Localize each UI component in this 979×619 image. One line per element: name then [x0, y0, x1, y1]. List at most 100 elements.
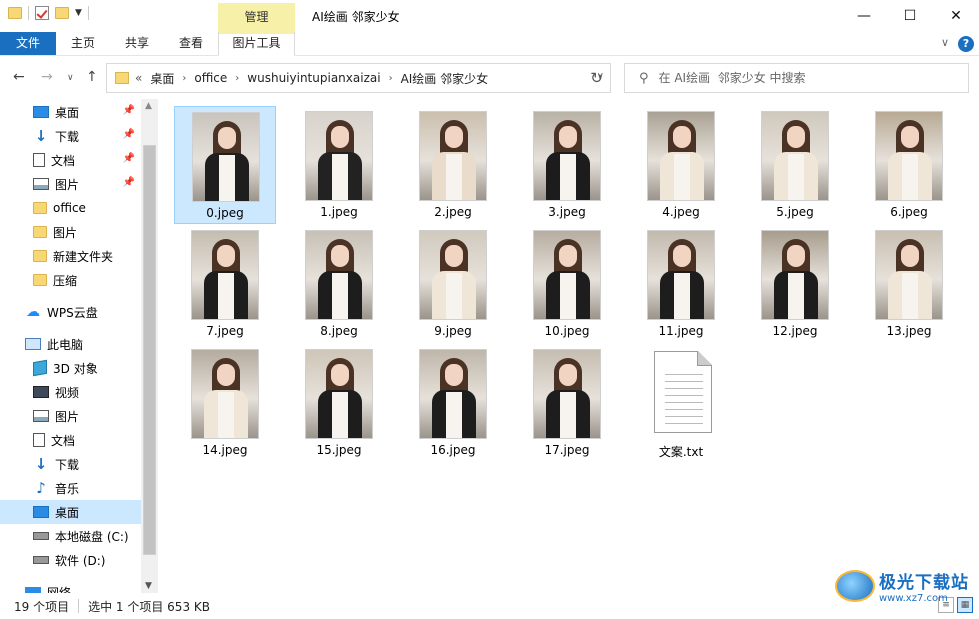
file-item-image[interactable]: 14.jpeg: [174, 344, 276, 462]
refresh-icon[interactable]: ↻: [583, 63, 611, 93]
sidebar-item-label: 下载: [55, 129, 80, 144]
file-item-image[interactable]: 16.jpeg: [402, 344, 504, 462]
file-item-image[interactable]: 15.jpeg: [288, 344, 390, 462]
file-item-image[interactable]: 10.jpeg: [516, 225, 618, 343]
file-name: 10.jpeg: [544, 324, 590, 338]
chevron-right-icon[interactable]: ›: [235, 73, 239, 84]
tab-share[interactable]: 共享: [116, 32, 158, 55]
customize-toolbar-icon[interactable]: ▼: [75, 8, 82, 18]
file-name: 0.jpeg: [206, 206, 244, 220]
sidebar-item-pictures[interactable]: 图片 📌: [0, 172, 141, 196]
file-item-image[interactable]: 11.jpeg: [630, 225, 732, 343]
file-item-image[interactable]: 13.jpeg: [858, 225, 960, 343]
sidebar-item-label: 图片: [53, 225, 78, 240]
sidebar-item-3d-objects[interactable]: 3D 对象: [0, 356, 141, 380]
file-item-image[interactable]: 12.jpeg: [744, 225, 846, 343]
search-box[interactable]: ⚲: [624, 63, 969, 93]
chevron-right-icon[interactable]: ›: [389, 73, 393, 84]
context-tab-group-label[interactable]: 管理: [218, 3, 295, 32]
file-item-image[interactable]: 5.jpeg: [744, 106, 846, 224]
tab-view[interactable]: 查看: [170, 32, 212, 55]
sidebar-scrollbar[interactable]: ▲ ▼: [141, 99, 158, 593]
tab-home[interactable]: 主页: [62, 32, 104, 55]
image-thumbnail: [419, 230, 487, 320]
sidebar-item-label: 文档: [51, 153, 76, 168]
up-arrow-icon[interactable]: ↑: [86, 69, 98, 85]
image-thumbnail: [647, 111, 715, 201]
sidebar-item-pictures-folder[interactable]: 图片: [0, 220, 141, 244]
sidebar-item-label: 文档: [51, 433, 76, 448]
minimize-button[interactable]: —: [841, 0, 887, 31]
file-item-image[interactable]: 17.jpeg: [516, 344, 618, 462]
sidebar-item-office[interactable]: office: [0, 196, 141, 220]
help-icon[interactable]: ?: [958, 36, 974, 52]
tab-file[interactable]: 文件: [0, 32, 56, 55]
close-button[interactable]: ✕: [933, 0, 979, 31]
sidebar-item-drive-c[interactable]: 本地磁盘 (C:): [0, 524, 141, 548]
breadcrumb-item[interactable]: AI绘画 邻家少女: [401, 70, 489, 87]
file-item-image[interactable]: 3.jpeg: [516, 106, 618, 224]
file-name: 1.jpeg: [320, 205, 358, 219]
file-item-image[interactable]: 1.jpeg: [288, 106, 390, 224]
folder-icon[interactable]: [8, 7, 22, 19]
folder-icon: [33, 202, 47, 214]
file-item-image[interactable]: 0.jpeg: [174, 106, 276, 224]
file-name: 8.jpeg: [320, 324, 358, 338]
chevron-right-icon[interactable]: ›: [182, 73, 186, 84]
image-thumbnail: [419, 111, 487, 201]
file-item-image[interactable]: 7.jpeg: [174, 225, 276, 343]
watermark-url: www.xz7.com: [879, 593, 948, 604]
scroll-up-icon[interactable]: ▲: [145, 101, 152, 111]
sidebar-item-pc-desktop[interactable]: 桌面: [0, 500, 141, 524]
file-item-image[interactable]: 6.jpeg: [858, 106, 960, 224]
breadcrumb-item[interactable]: 桌面: [150, 70, 174, 87]
file-item-image[interactable]: 8.jpeg: [288, 225, 390, 343]
sidebar-item-desktop[interactable]: 桌面 📌: [0, 100, 141, 124]
sidebar-item-new-folder[interactable]: 新建文件夹: [0, 244, 141, 268]
breadcrumb-item[interactable]: wushuiyintupianxaizai: [247, 71, 380, 85]
sidebar-item-label: WPS云盘: [47, 305, 98, 320]
back-arrow-icon[interactable]: ←: [13, 69, 25, 85]
sidebar-item-label: 下载: [55, 457, 80, 472]
document-icon: [33, 153, 45, 167]
3d-objects-icon: [33, 359, 47, 377]
expand-ribbon-icon[interactable]: ∨: [937, 32, 953, 55]
sidebar-item-documents[interactable]: 文档 📌: [0, 148, 141, 172]
sidebar-item-label: 视频: [55, 385, 80, 400]
sidebar-item-downloads[interactable]: ↓ 下载 📌: [0, 124, 141, 148]
item-count: 19 个项目: [14, 599, 70, 614]
forward-arrow-icon[interactable]: →: [41, 69, 53, 85]
tab-picture-tools[interactable]: 图片工具: [218, 32, 295, 56]
download-icon: ↓: [34, 455, 48, 473]
window-title: AI绘画 邻家少女: [312, 10, 400, 24]
scroll-down-icon[interactable]: ▼: [145, 581, 152, 591]
sidebar-item-drive-d[interactable]: 软件 (D:): [0, 548, 141, 572]
sidebar-item-network[interactable]: 网络: [0, 580, 141, 593]
sidebar-item-videos[interactable]: 视频: [0, 380, 141, 404]
file-item-image[interactable]: 9.jpeg: [402, 225, 504, 343]
scrollbar-thumb[interactable]: [143, 145, 156, 555]
search-input[interactable]: [658, 71, 949, 85]
sidebar-item-compressed[interactable]: 压缩: [0, 268, 141, 292]
pin-icon: 📌: [122, 129, 135, 140]
sidebar-item-label: 桌面: [55, 505, 80, 520]
address-bar[interactable]: « 桌面 › office › wushuiyintupianxaizai › …: [106, 63, 611, 93]
sidebar-item-music[interactable]: ♪ 音乐: [0, 476, 141, 500]
properties-icon[interactable]: [35, 6, 49, 20]
recent-locations-chevron-icon[interactable]: ∨: [67, 73, 74, 83]
new-folder-icon[interactable]: [55, 7, 69, 19]
sidebar-item-this-pc[interactable]: 此电脑: [0, 332, 141, 356]
file-name: 17.jpeg: [544, 443, 590, 457]
file-name: 11.jpeg: [658, 324, 704, 338]
breadcrumb-item[interactable]: office: [194, 71, 227, 85]
file-item-image[interactable]: 2.jpeg: [402, 106, 504, 224]
folder-icon: [33, 274, 47, 286]
file-item-text[interactable]: 文案.txt: [630, 344, 732, 462]
sidebar-item-pc-documents[interactable]: 文档: [0, 428, 141, 452]
sidebar-item-pc-downloads[interactable]: ↓ 下载: [0, 452, 141, 476]
sidebar-item-wps-cloud[interactable]: ☁ WPS云盘: [0, 300, 141, 324]
sidebar-item-pc-pictures[interactable]: 图片: [0, 404, 141, 428]
maximize-button[interactable]: ☐: [887, 0, 933, 31]
file-item-image[interactable]: 4.jpeg: [630, 106, 732, 224]
breadcrumb-overflow[interactable]: «: [135, 71, 142, 85]
